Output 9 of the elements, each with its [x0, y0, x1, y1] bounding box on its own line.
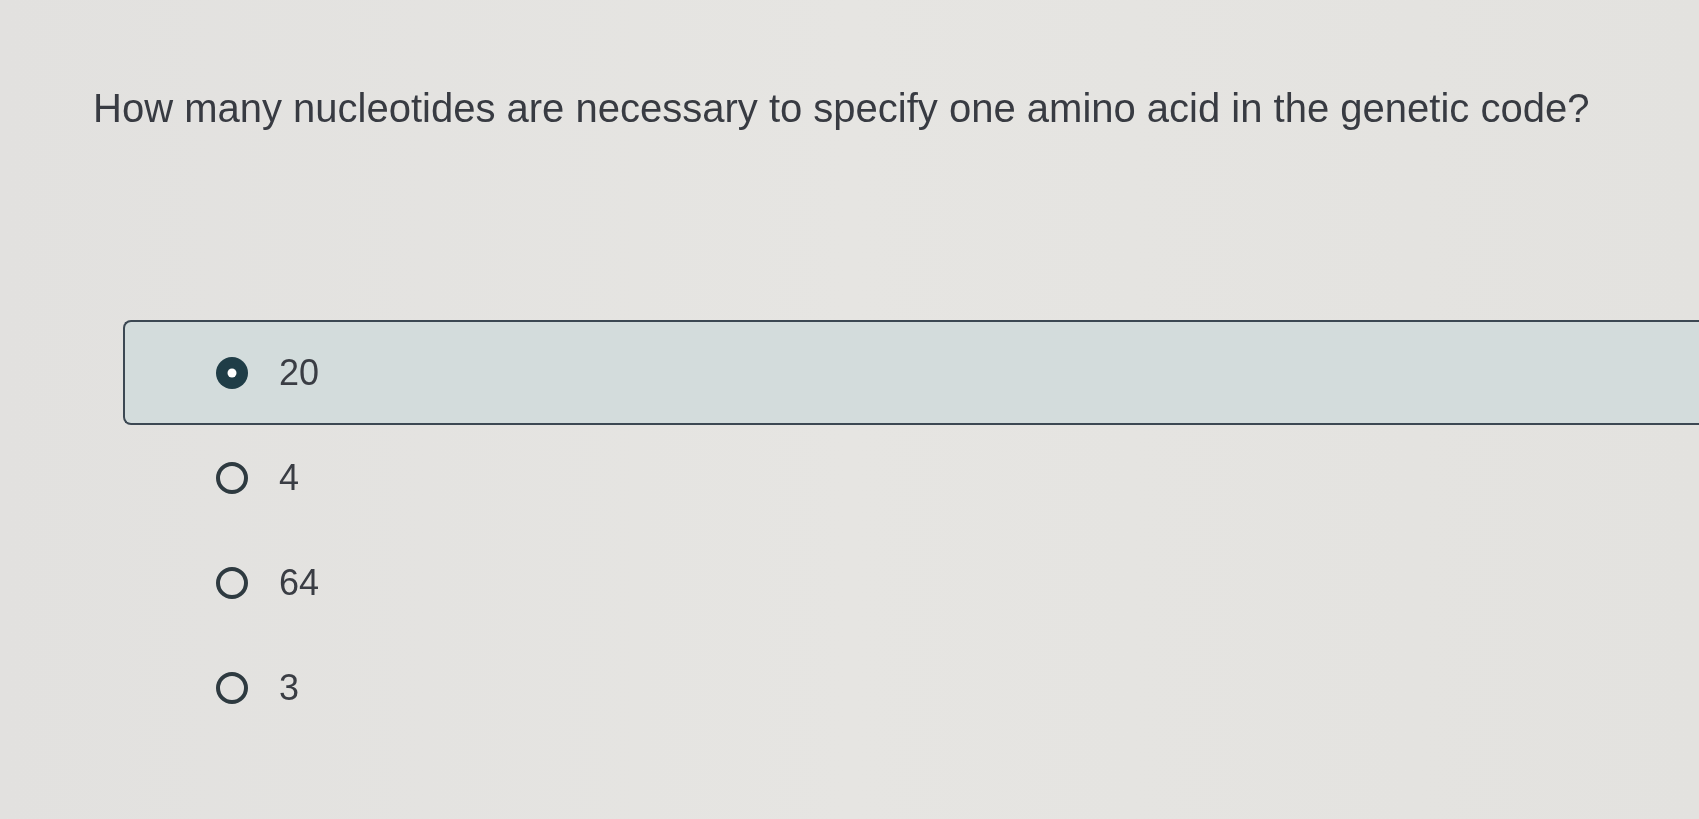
radio-button[interactable] [216, 356, 248, 389]
radio-button[interactable] [216, 461, 248, 494]
answer-option[interactable]: 3 [123, 635, 1699, 740]
answer-option[interactable]: 20 [123, 320, 1699, 425]
question-text: How many nucleotides are necessary to specify one amino acid in the genetic code? [93, 85, 1590, 132]
radio-button[interactable] [216, 671, 248, 704]
radio-button[interactable] [216, 566, 248, 599]
answer-option[interactable]: 4 [123, 425, 1699, 530]
answer-option[interactable]: 64 [123, 530, 1699, 635]
